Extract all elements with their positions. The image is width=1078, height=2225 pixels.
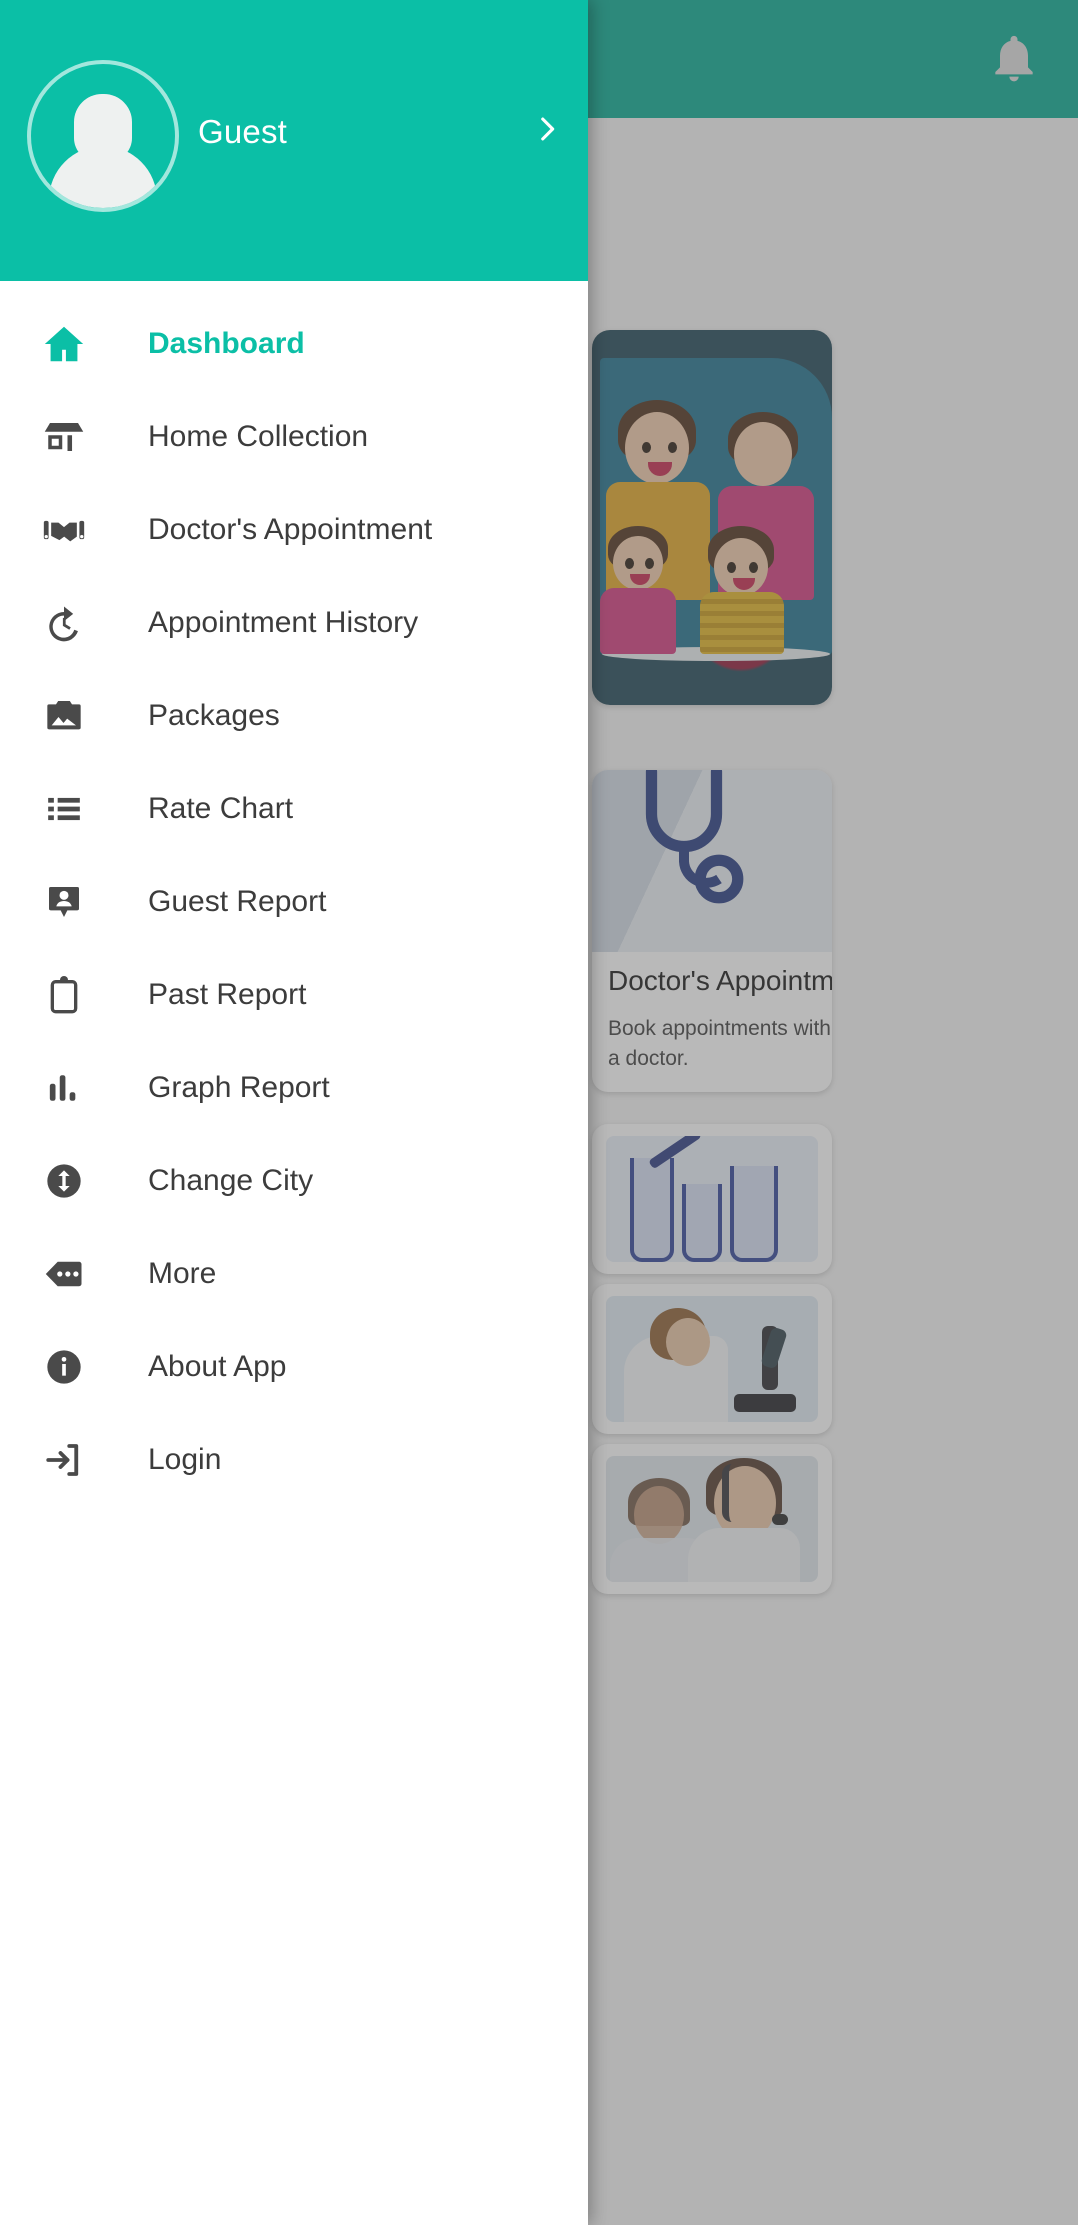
sidebar-item-appointment-history[interactable]: Appointment History bbox=[0, 576, 588, 669]
app-root: Doctor's Appointment Book appointments w… bbox=[0, 0, 1078, 2225]
sidebar-item-packages[interactable]: Packages bbox=[0, 669, 588, 762]
sidebar-item-rate-chart[interactable]: Rate Chart bbox=[0, 762, 588, 855]
sidebar-item-label: Graph Report bbox=[148, 1070, 330, 1104]
sidebar-item-label: Appointment History bbox=[148, 605, 419, 639]
bar-chart-icon bbox=[32, 1060, 96, 1116]
drawer-menu: Dashboard Home Collection Doctor's Appoi… bbox=[0, 281, 588, 1506]
sidebar-item-graph-report[interactable]: Graph Report bbox=[0, 1041, 588, 1134]
sidebar-item-about-app[interactable]: About App bbox=[0, 1320, 588, 1413]
sidebar-item-label: More bbox=[148, 1256, 217, 1290]
sidebar-item-label: Rate Chart bbox=[148, 791, 294, 825]
store-icon bbox=[32, 409, 96, 465]
sidebar-item-label: Past Report bbox=[148, 977, 307, 1011]
sidebar-item-past-report[interactable]: Past Report bbox=[0, 948, 588, 1041]
sidebar-item-change-city[interactable]: Change City bbox=[0, 1134, 588, 1227]
history-icon bbox=[32, 595, 96, 651]
person-avatar-icon bbox=[27, 60, 179, 212]
sidebar-item-guest-report[interactable]: Guest Report bbox=[0, 855, 588, 948]
navigation-drawer: Guest Dashboard Home Collection Doctor's… bbox=[0, 0, 588, 2225]
info-circle-icon bbox=[32, 1339, 96, 1395]
drawer-profile-header[interactable]: Guest bbox=[0, 0, 588, 281]
sidebar-item-label: Packages bbox=[148, 698, 280, 732]
sidebar-item-label: Change City bbox=[148, 1163, 314, 1197]
more-tag-icon bbox=[32, 1246, 96, 1302]
sidebar-item-label: Doctor's Appointment bbox=[148, 512, 433, 546]
photo-icon bbox=[32, 688, 96, 744]
sync-circle-icon bbox=[32, 1153, 96, 1209]
sidebar-item-label: About App bbox=[148, 1349, 287, 1383]
handshake-icon bbox=[32, 502, 96, 558]
sidebar-item-login[interactable]: Login bbox=[0, 1413, 588, 1506]
sidebar-item-label: Login bbox=[148, 1442, 222, 1476]
list-icon bbox=[32, 781, 96, 837]
profile-name: Guest bbox=[198, 113, 288, 150]
sidebar-item-label: Home Collection bbox=[148, 419, 369, 453]
chevron-right-icon[interactable] bbox=[530, 112, 564, 146]
sidebar-item-doctors-appointment[interactable]: Doctor's Appointment bbox=[0, 483, 588, 576]
sidebar-item-home-collection[interactable]: Home Collection bbox=[0, 390, 588, 483]
contact-badge-icon bbox=[32, 874, 96, 930]
sidebar-item-more[interactable]: More bbox=[0, 1227, 588, 1320]
home-icon bbox=[32, 316, 96, 372]
sidebar-item-label: Dashboard bbox=[148, 326, 305, 360]
login-arrow-icon bbox=[32, 1432, 96, 1488]
clipboard-icon bbox=[32, 967, 96, 1023]
sidebar-item-dashboard[interactable]: Dashboard bbox=[0, 297, 588, 390]
sidebar-item-label: Guest Report bbox=[148, 884, 327, 918]
